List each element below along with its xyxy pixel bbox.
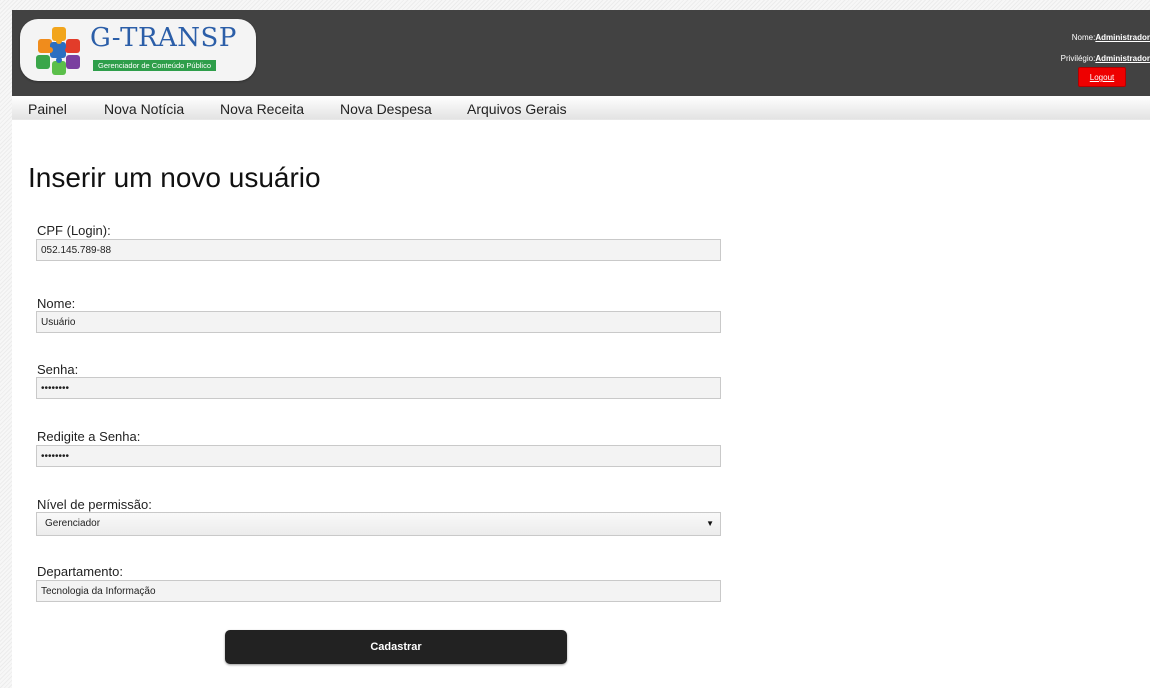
user-name-link[interactable]: Administrador [1095, 33, 1150, 42]
logo[interactable]: G-TRANSP Gerenciador de Conteúdo Público [20, 19, 256, 81]
name-label: Nome: [37, 296, 76, 311]
user-name-row: Nome:Administrador [1061, 32, 1150, 43]
password-label: Senha: [37, 362, 79, 377]
department-label: Departamento: [37, 564, 123, 579]
privilege-link[interactable]: Administrador [1095, 54, 1150, 63]
permission-label: Nível de permissão: [37, 497, 152, 512]
page-title: Inserir um novo usuário [28, 162, 321, 193]
logout-button[interactable]: Logout [1078, 67, 1126, 87]
cpf-label: CPF (Login): [37, 223, 111, 238]
nav-item-nova-despesa[interactable]: Nova Despesa [340, 101, 432, 117]
submit-button[interactable]: Cadastrar [225, 630, 567, 664]
header: G-TRANSP Gerenciador de Conteúdo Público… [12, 10, 1150, 96]
password-confirm-label: Redigite a Senha: [37, 429, 141, 444]
nav-item-arquivos-gerais[interactable]: Arquivos Gerais [467, 101, 567, 117]
department-input[interactable] [36, 580, 721, 602]
user-name-label: Nome: [1071, 33, 1096, 42]
password-confirm-input[interactable] [36, 445, 721, 467]
name-input[interactable] [36, 311, 721, 333]
permission-select[interactable]: Gerenciador ▼ [36, 512, 721, 536]
nav-bar: Painel Nova Notícia Nova Receita Nova De… [12, 96, 1150, 120]
privilege-row: Privilégio:Administrador [1061, 53, 1150, 64]
privilege-label: Privilégio: [1060, 54, 1096, 63]
logo-title: G-TRANSP [90, 23, 237, 53]
nav-item-nova-noticia[interactable]: Nova Notícia [104, 101, 184, 117]
page: G-TRANSP Gerenciador de Conteúdo Público… [12, 10, 1150, 688]
nav-item-nova-receita[interactable]: Nova Receita [220, 101, 304, 117]
puzzle-logo-icon [36, 27, 80, 75]
triangle-down-icon: ▼ [706, 519, 714, 528]
nav-item-painel[interactable]: Painel [28, 101, 67, 117]
password-input[interactable] [36, 377, 721, 399]
cpf-input[interactable] [36, 239, 721, 261]
permission-selected-value: Gerenciador [45, 518, 101, 529]
logo-subtitle: Gerenciador de Conteúdo Público [93, 60, 216, 71]
